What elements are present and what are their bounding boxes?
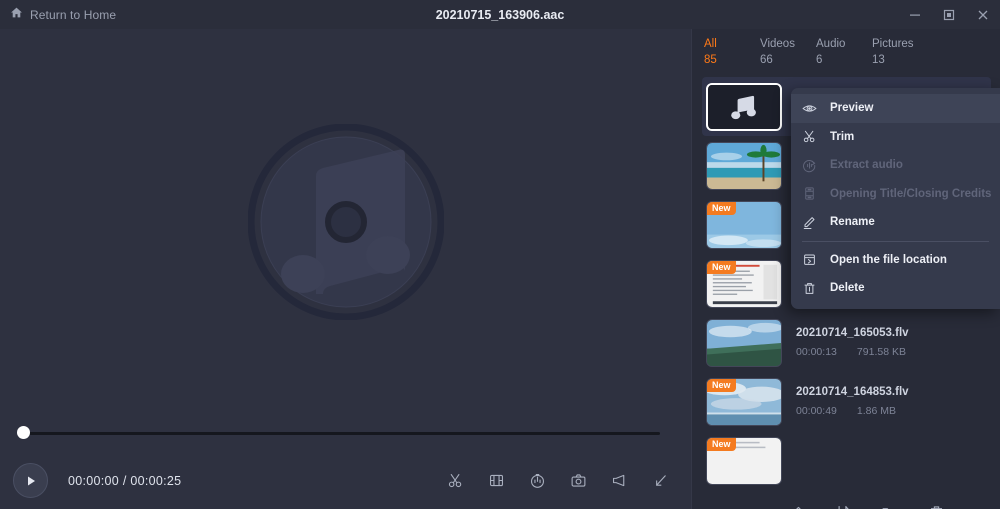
tab-videos[interactable]: Videos 66 xyxy=(760,38,816,77)
list-item[interactable]: New xyxy=(702,431,991,486)
audio-placeholder-icon xyxy=(247,123,444,320)
context-menu-label: Trim xyxy=(830,130,855,143)
tab-pictures[interactable]: Pictures 13 xyxy=(872,38,928,77)
fullscreen-icon[interactable] xyxy=(652,472,669,489)
tab-all-label: All xyxy=(704,38,717,50)
tab-videos-count: 66 xyxy=(760,54,773,66)
thumbnail-sky-sea: New xyxy=(706,200,782,249)
thumbnail-palm-beach xyxy=(706,141,782,190)
context-menu-item-opening-title: Opening Title/Closing Credits xyxy=(791,180,1000,209)
volume-icon[interactable] xyxy=(611,472,628,489)
new-badge: New xyxy=(707,201,736,215)
context-menu-label: Preview xyxy=(830,102,874,115)
list-item[interactable]: New 20210714_164853.flv 00:00:49 1.86 MB xyxy=(702,372,991,431)
film-strip-icon xyxy=(802,186,828,201)
file-name: 20210714_165053.flv xyxy=(796,327,909,339)
thumbnail-coast xyxy=(706,318,782,367)
file-info: 00:00:13 791.58 KB xyxy=(796,346,909,358)
library-action-bar xyxy=(692,486,1000,509)
return-to-home-label: Return to Home xyxy=(30,7,117,22)
file-size: 1.86 MB xyxy=(856,405,897,417)
pencil-icon xyxy=(802,215,828,230)
return-to-home-button[interactable]: Return to Home xyxy=(10,6,116,24)
play-button[interactable] xyxy=(13,463,48,498)
tab-audio-label: Audio xyxy=(816,38,846,50)
tab-pictures-count: 13 xyxy=(872,54,885,66)
trash-icon xyxy=(802,281,828,296)
video-stage[interactable] xyxy=(0,29,691,414)
file-duration: 00:00:49 xyxy=(796,405,837,417)
trim-icon[interactable] xyxy=(447,472,464,489)
tab-audio-count: 6 xyxy=(816,54,823,66)
thumbnail-document: New xyxy=(706,259,782,308)
seek-track[interactable] xyxy=(22,432,660,435)
tab-videos-label: Videos xyxy=(760,38,795,50)
seek-handle[interactable] xyxy=(17,426,30,439)
context-menu-label: Extract audio xyxy=(830,159,903,172)
home-icon xyxy=(10,6,23,24)
window-title: 20210715_163906.aac xyxy=(435,7,565,22)
tab-all-count: 85 xyxy=(704,54,717,66)
scissors-icon xyxy=(802,129,828,144)
time-display: 00:00:00 / 00:00:25 xyxy=(68,473,182,488)
context-menu-item-preview[interactable]: Preview xyxy=(791,94,1000,123)
title-bar: Return to Home 20210715_163906.aac xyxy=(0,0,1000,29)
new-badge: New xyxy=(707,437,736,451)
player-tool-icons xyxy=(447,472,669,489)
folder-arrow-icon xyxy=(802,252,828,267)
new-badge: New xyxy=(707,260,736,274)
list-item[interactable]: 20210714_165053.flv 00:00:13 791.58 KB xyxy=(702,313,991,372)
thumbnail-audio xyxy=(706,82,782,131)
seek-bar[interactable] xyxy=(0,414,691,452)
eye-icon xyxy=(802,101,828,116)
context-menu-label: Opening Title/Closing Credits xyxy=(830,187,992,200)
library-tabs: All 85 Videos 66 Audio 6 Pictures 13 xyxy=(692,29,1000,77)
player-controls: 00:00:00 / 00:00:25 xyxy=(0,452,691,509)
minimize-button[interactable] xyxy=(898,0,932,29)
file-size: 791.58 KB xyxy=(856,346,906,358)
tab-all[interactable]: All 85 xyxy=(704,38,760,77)
context-menu[interactable]: Preview Trim Extract audio Opening Title… xyxy=(791,88,1000,309)
sort-icon[interactable] xyxy=(834,504,851,509)
open-folder-icon[interactable] xyxy=(881,504,898,509)
app-window: Return to Home 20210715_163906.aac 00:00… xyxy=(0,0,1000,509)
extract-audio-icon xyxy=(802,158,828,173)
new-badge: New xyxy=(707,378,736,392)
player-area: 00:00:00 / 00:00:25 xyxy=(0,29,691,509)
list-item-meta: 20210714_164853.flv 00:00:49 1.86 MB xyxy=(796,386,909,417)
rename-icon[interactable] xyxy=(787,504,804,509)
snapshot-icon[interactable] xyxy=(570,472,587,489)
crop-icon[interactable] xyxy=(488,472,505,489)
window-controls xyxy=(898,0,1000,29)
file-duration: 00:00:13 xyxy=(796,346,837,358)
thumbnail-document: New xyxy=(706,436,782,485)
context-menu-label: Delete xyxy=(830,282,865,295)
context-menu-item-rename[interactable]: Rename xyxy=(791,208,1000,237)
file-info: 00:00:49 1.86 MB xyxy=(796,405,909,417)
context-menu-item-extract-audio: Extract audio xyxy=(791,151,1000,180)
context-menu-item-delete[interactable]: Delete xyxy=(791,274,1000,303)
context-menu-label: Rename xyxy=(830,216,875,229)
tab-audio[interactable]: Audio 6 xyxy=(816,38,872,77)
list-item-meta: 20210714_165053.flv 00:00:13 791.58 KB xyxy=(796,327,909,358)
context-menu-separator xyxy=(802,240,989,242)
thumbnail-clouds: New xyxy=(706,377,782,426)
maximize-button[interactable] xyxy=(932,0,966,29)
close-button[interactable] xyxy=(966,0,1000,29)
tab-pictures-label: Pictures xyxy=(872,38,914,50)
speed-icon[interactable] xyxy=(529,472,546,489)
context-menu-label: Open the file location xyxy=(830,253,947,266)
context-menu-item-open-file-location[interactable]: Open the file location xyxy=(791,246,1000,275)
delete-icon[interactable] xyxy=(928,504,945,509)
context-menu-item-trim[interactable]: Trim xyxy=(791,123,1000,152)
file-name: 20210714_164853.flv xyxy=(796,386,909,398)
